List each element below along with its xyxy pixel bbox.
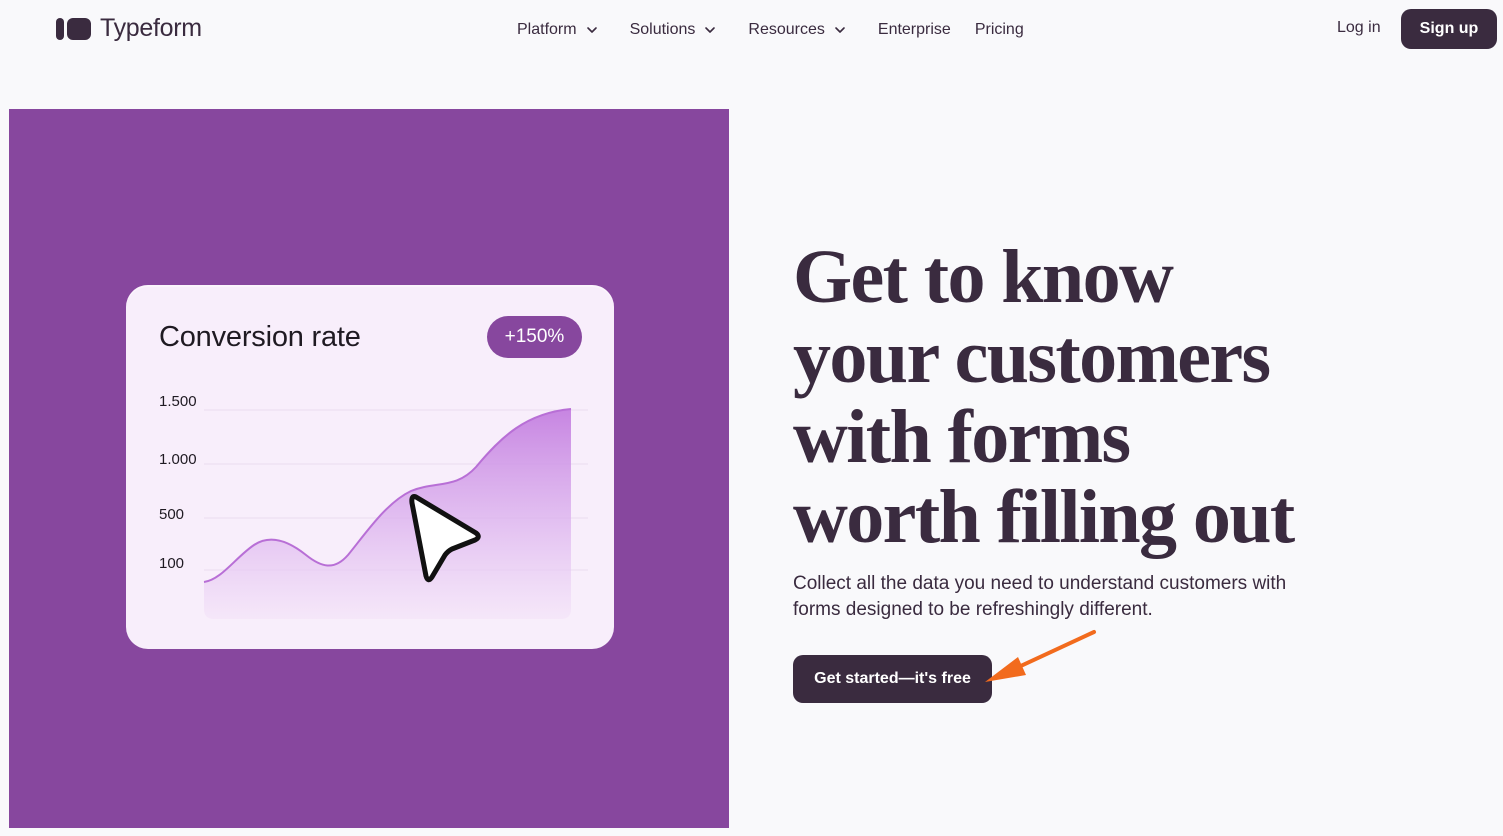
get-started-button[interactable]: Get started—it's free (793, 655, 992, 703)
site-header: Typeform Platform Solutions Resources En… (0, 0, 1503, 60)
typeform-logo[interactable]: Typeform (56, 14, 202, 43)
conversion-rate-card: Conversion rate +150% 1.500 1.000 500 10… (126, 285, 614, 649)
headline-line: your customers (793, 315, 1271, 399)
nav-solutions[interactable]: Solutions (630, 21, 717, 39)
y-tick-label: 1.000 (159, 451, 197, 468)
chevron-down-icon (586, 27, 597, 33)
hero-headline: Get to know your customers with forms wo… (793, 237, 1473, 557)
nav-pricing[interactable]: Pricing (975, 21, 1024, 39)
nav-enterprise[interactable]: Enterprise (878, 21, 951, 39)
nav-pricing-label: Pricing (974, 21, 1024, 38)
growth-badge: +150% (487, 316, 582, 358)
headline-line: worth filling out (793, 475, 1295, 559)
headline-line: Get to know (793, 235, 1174, 319)
y-tick-label: 500 (159, 506, 185, 523)
signup-button[interactable]: Sign up (1401, 9, 1497, 49)
y-tick-label: 100 (159, 555, 185, 572)
headline-line: with forms (793, 395, 1131, 479)
area-fill (204, 409, 571, 619)
chevron-down-icon (705, 27, 716, 33)
subhead-line: Collect all the data you need to underst… (793, 573, 1287, 594)
nav-solutions-label: Solutions (629, 21, 696, 38)
hero-illustration: Conversion rate +150% 1.500 1.000 500 10… (9, 109, 729, 828)
chevron-down-icon (835, 27, 845, 33)
typeform-logo-icon (56, 17, 91, 40)
y-tick-label: 1.500 (159, 393, 197, 410)
main-nav: Platform Solutions Resources Enterprise … (517, 19, 1024, 41)
card-title: Conversion rate (159, 321, 361, 353)
logo-text: Typeform (100, 14, 202, 42)
login-link[interactable]: Log in (1337, 19, 1381, 37)
nav-enterprise-label: Enterprise (877, 21, 951, 38)
subhead-line: forms designed to be refreshingly differ… (793, 599, 1153, 620)
nav-resources-label: Resources (748, 21, 825, 38)
nav-platform-label: Platform (517, 21, 577, 38)
hero-subheading: Collect all the data you need to underst… (793, 571, 1353, 623)
nav-platform[interactable]: Platform (517, 21, 598, 39)
nav-resources[interactable]: Resources (748, 21, 845, 39)
